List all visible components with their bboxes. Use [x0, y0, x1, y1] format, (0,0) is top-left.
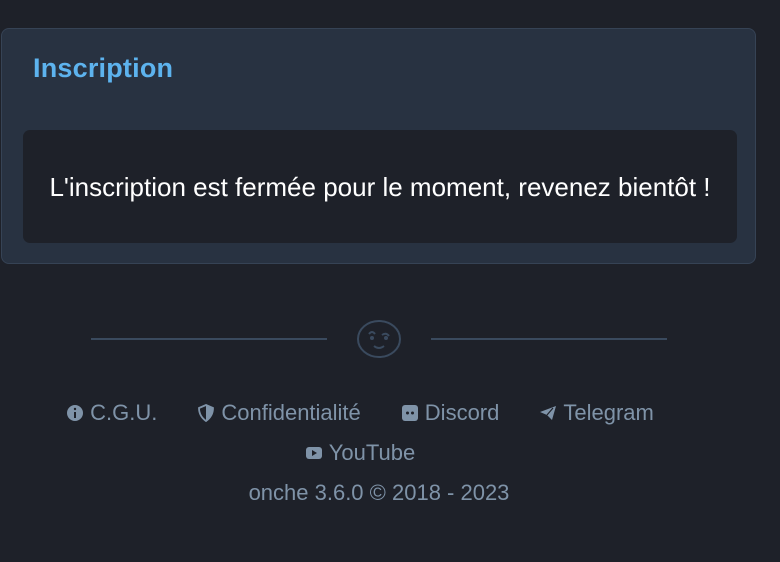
footer-link-cgu[interactable]: C.G.U. [66, 400, 157, 426]
footer-divider-right [431, 338, 667, 340]
card-title: Inscription [33, 53, 174, 83]
footer-link-label: C.G.U. [90, 400, 158, 425]
footer-link-label: Confidentialité [221, 400, 361, 425]
mascot-icon [357, 320, 401, 358]
info-icon [67, 405, 84, 421]
youtube-icon [305, 447, 322, 459]
footer-link-label: Discord [424, 400, 500, 425]
registration-card: Inscription L'inscription est fermée pou… [1, 28, 756, 264]
footer-link-label: YouTube [328, 440, 416, 465]
notice-text: L'inscription est fermée pour le moment,… [49, 171, 711, 202]
registration-closed-notice: L'inscription est fermée pour le moment,… [23, 130, 737, 243]
footer-link-telegram[interactable]: Telegram [539, 400, 654, 426]
footer-link-discord[interactable]: Discord [401, 400, 500, 426]
footer-divider-left [91, 338, 327, 340]
discord-icon [401, 405, 418, 421]
footer-link-privacy[interactable]: Confidentialité [197, 400, 361, 426]
footer-link-youtube[interactable]: YouTube [305, 440, 415, 466]
shield-icon [198, 404, 215, 422]
footer-links-second-row: YouTube [0, 440, 720, 466]
telegram-icon [540, 406, 557, 420]
footer-link-label: Telegram [563, 400, 654, 425]
copyright-text: onche 3.6.0 © 2018 - 2023 [248, 480, 510, 505]
footer-links: C.G.U. Confidentialité Discord Telegram [0, 400, 720, 426]
